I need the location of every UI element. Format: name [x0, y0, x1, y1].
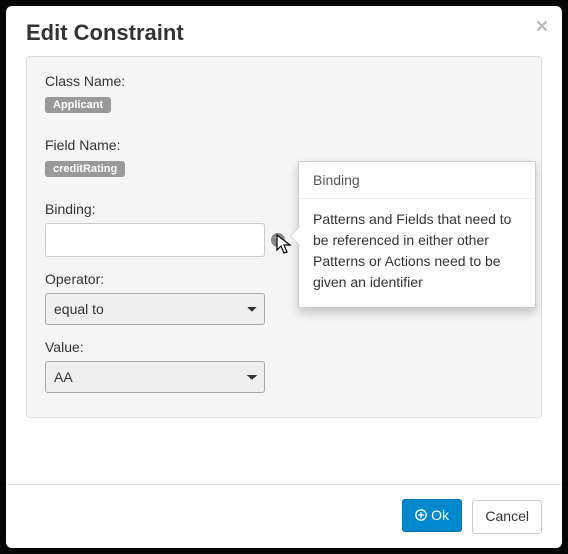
binding-popover: Binding Patterns and Fields that need to…	[298, 161, 536, 308]
help-icon[interactable]: ?	[271, 233, 285, 247]
value-label: Value:	[45, 339, 523, 355]
close-icon[interactable]: ×	[536, 16, 548, 37]
modal-header: Edit Constraint ×	[6, 6, 562, 56]
modal-title: Edit Constraint	[26, 20, 542, 46]
plus-circle-icon	[415, 509, 427, 521]
ok-button[interactable]: Ok	[402, 499, 462, 533]
ok-button-label: Ok	[431, 506, 449, 526]
field-name-tag: creditRating	[45, 161, 125, 177]
cancel-button[interactable]: Cancel	[472, 500, 542, 534]
operator-select[interactable]: equal to	[45, 293, 265, 325]
cancel-button-label: Cancel	[485, 507, 529, 527]
modal-footer: Ok Cancel	[6, 484, 562, 548]
popover-title: Binding	[299, 162, 535, 199]
field-name-label: Field Name:	[45, 137, 523, 153]
popover-body: Patterns and Fields that need to be refe…	[299, 199, 535, 307]
value-group: Value: AA	[45, 339, 523, 393]
modal-body: Class Name: Applicant Field Name: credit…	[6, 56, 562, 484]
class-name-group: Class Name: Applicant	[45, 73, 523, 123]
class-name-tag: Applicant	[45, 97, 111, 113]
value-select[interactable]: AA	[45, 361, 265, 393]
class-name-label: Class Name:	[45, 73, 523, 89]
binding-input[interactable]	[45, 223, 265, 257]
edit-constraint-modal: Edit Constraint × Class Name: Applicant …	[6, 6, 562, 548]
